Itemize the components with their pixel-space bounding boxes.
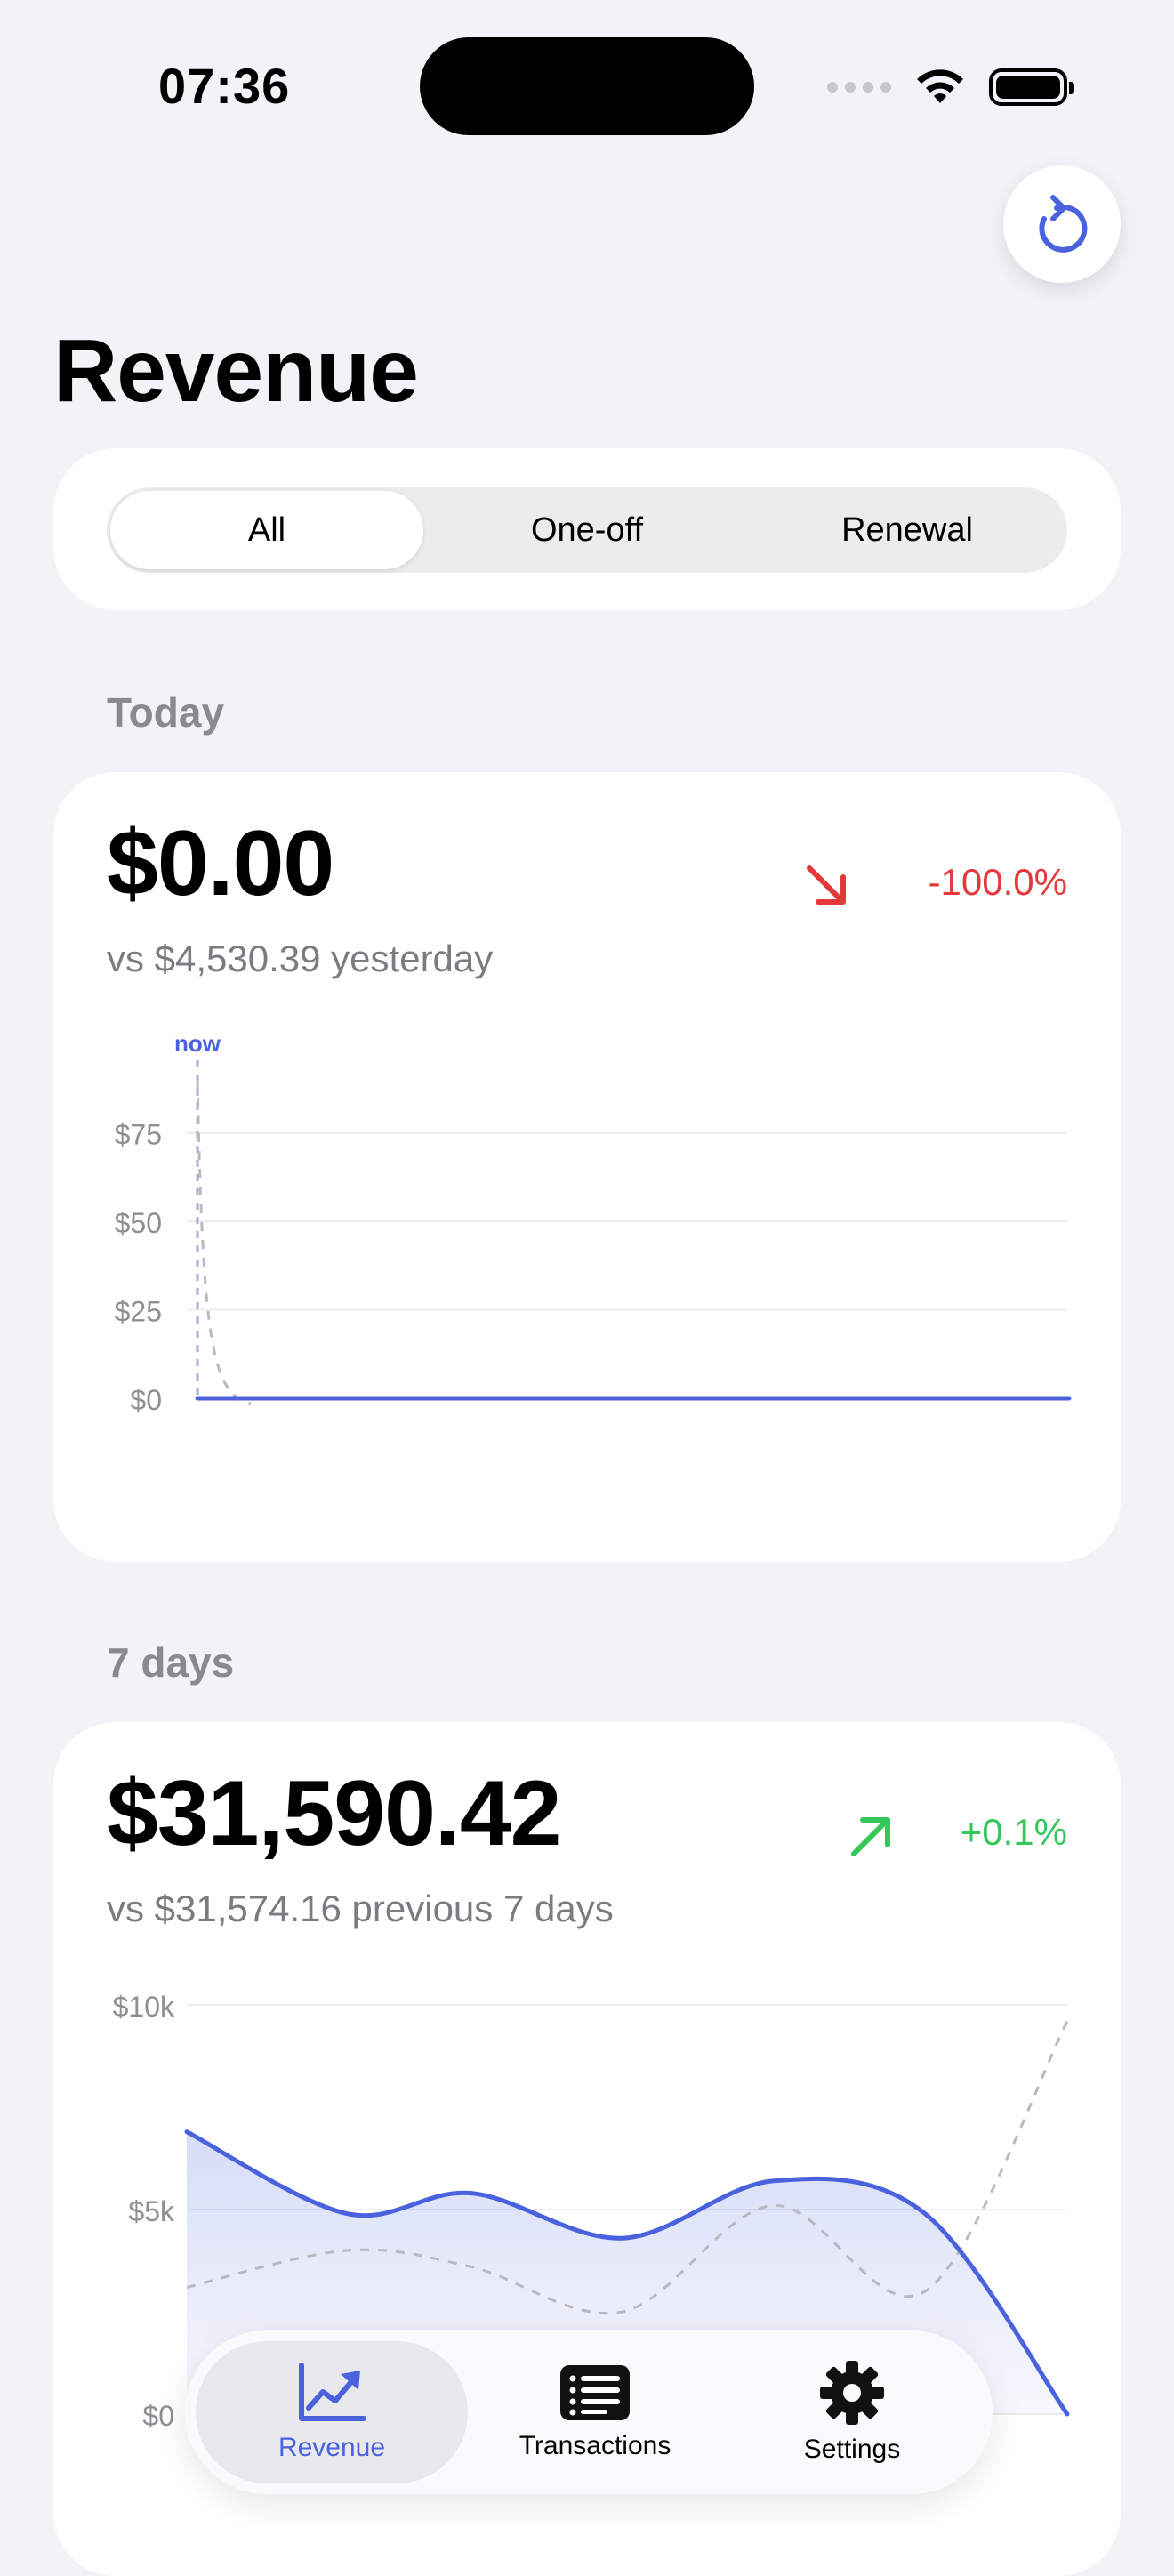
seven-days-change: +0.1%: [960, 1811, 1067, 1853]
gear-icon: [820, 2361, 884, 2425]
cellular-icon: [827, 82, 891, 93]
section-label-today: Today: [107, 689, 225, 736]
tab-bar: Revenue Transactions Settings: [185, 2330, 993, 2494]
tab-settings[interactable]: Settings: [722, 2341, 982, 2483]
today-compare: vs $4,530.39 yesterday: [107, 938, 494, 979]
comparison-series-line: [196, 1079, 252, 1405]
tab-label-settings: Settings: [803, 2435, 901, 2464]
today-change: -100.0%: [928, 861, 1067, 903]
y-tick-label: $0: [142, 2400, 174, 2432]
seven-days-amount: $31,590.42: [107, 1762, 562, 1865]
y-tick-label: $25: [115, 1296, 162, 1328]
status-icons: [827, 68, 1074, 107]
tab-label-revenue: Revenue: [277, 2433, 386, 2462]
y-tick-label: $5k: [128, 2195, 175, 2227]
segment-renewal[interactable]: Renewal: [751, 491, 1064, 569]
now-label: now: [174, 1030, 221, 1057]
trend-up-icon: [851, 1817, 890, 1856]
seven-days-compare: vs $31,574.16 previous 7 days: [107, 1888, 614, 1929]
y-tick-label: $75: [115, 1119, 162, 1151]
tab-label-transactions: Transactions: [519, 2431, 671, 2460]
dynamic-island: [420, 37, 754, 135]
segment-one-off[interactable]: One-off: [430, 491, 744, 569]
segment-card: All One-off Renewal: [53, 448, 1121, 610]
tab-transactions[interactable]: Transactions: [468, 2341, 722, 2483]
page-title: Revenue: [53, 321, 419, 421]
status-time: 07:36: [158, 58, 291, 114]
y-tick-label: $10k: [113, 1991, 175, 2023]
y-tick-label: $0: [130, 1384, 162, 1416]
battery-icon: [989, 68, 1074, 106]
trend-down-icon: [807, 865, 846, 905]
today-chart: $75 $50 $25 $0 now: [115, 1030, 1072, 1416]
refresh-button[interactable]: [1003, 165, 1121, 283]
today-card[interactable]: $0.00 vs $4,530.39 yesterday -100.0% $75…: [53, 772, 1121, 1562]
section-label-7-days: 7 days: [107, 1639, 235, 1686]
segmented-control: All One-off Renewal: [107, 487, 1067, 573]
y-tick-label: $50: [115, 1207, 162, 1239]
segment-all[interactable]: All: [110, 491, 423, 569]
today-amount: $0.00: [107, 812, 334, 915]
list-icon: [560, 2365, 630, 2420]
chart-trend-icon: [299, 2363, 366, 2421]
wifi-icon: [917, 69, 963, 103]
refresh-icon: [1039, 195, 1088, 253]
tab-revenue[interactable]: Revenue: [196, 2341, 468, 2483]
